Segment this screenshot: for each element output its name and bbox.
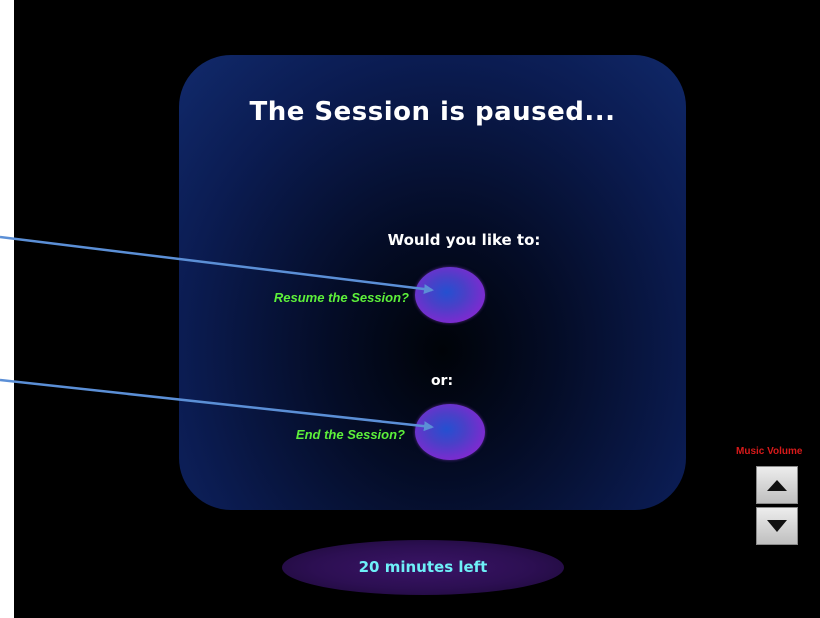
session-screen: The Session is paused... Would you like … [14, 0, 820, 618]
pause-dialog-panel: The Session is paused... Would you like … [179, 55, 686, 510]
resume-session-button[interactable] [415, 267, 485, 323]
end-session-label[interactable]: End the Session? [219, 427, 405, 442]
time-remaining-text: 20 minutes left [358, 558, 488, 576]
end-session-button[interactable] [415, 404, 485, 460]
choice-prompt: Would you like to: [387, 231, 541, 249]
time-remaining-badge: 20 minutes left [282, 540, 564, 595]
pause-title: The Session is paused... [249, 97, 616, 127]
or-separator: or: [430, 373, 454, 389]
triangle-up-icon [767, 480, 787, 491]
resume-session-label[interactable]: Resume the Session? [219, 290, 409, 305]
triangle-down-icon [767, 520, 787, 532]
volume-down-button[interactable] [756, 507, 798, 545]
volume-up-button[interactable] [756, 466, 798, 504]
music-volume-label: Music Volume [736, 446, 803, 457]
